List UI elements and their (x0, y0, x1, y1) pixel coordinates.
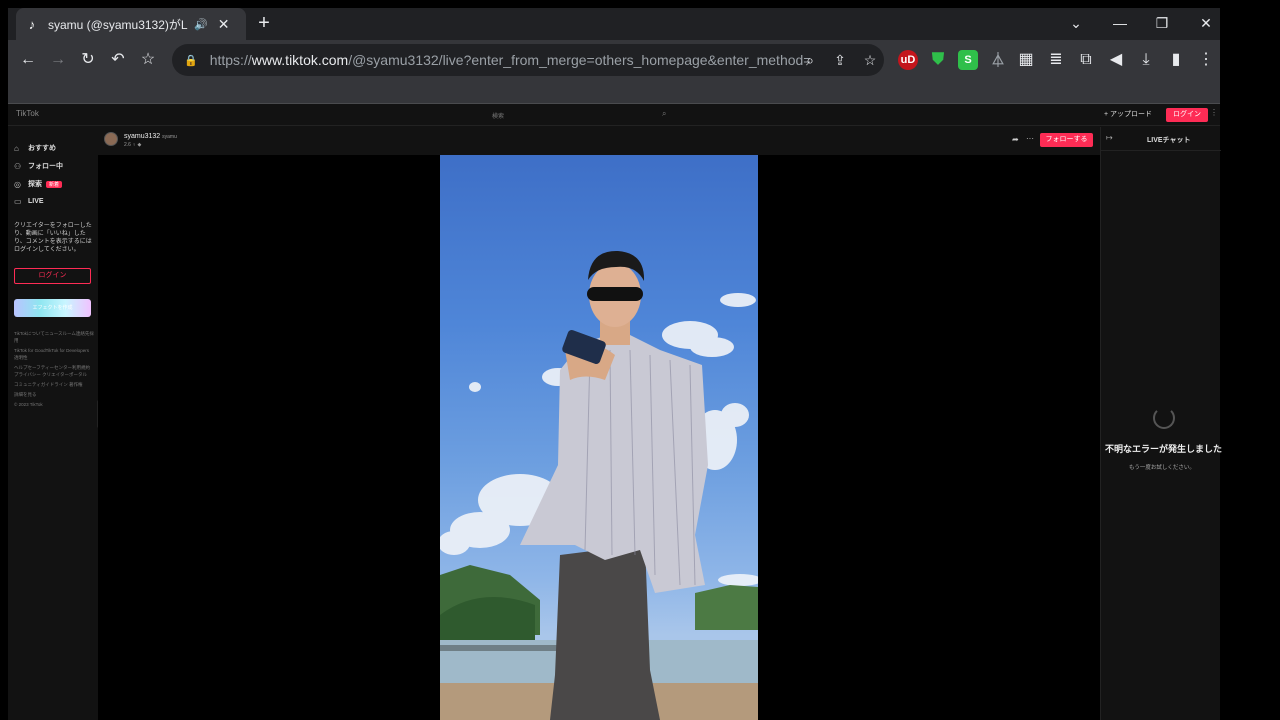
forward-icon[interactable]: → (46, 48, 70, 72)
side-panel-icon[interactable]: ▮ (1164, 48, 1188, 72)
compass-icon: ◎ (14, 179, 21, 189)
extensions-grid-icon[interactable]: ▦ (1014, 48, 1038, 72)
s-extension-icon[interactable]: S (958, 50, 978, 70)
browser-tab[interactable]: ♪ syamu (@syamu3132)がLIVE中 🔊 ✕ (16, 8, 246, 40)
viewer-count: 2.6 ♀ ◆ (124, 142, 142, 148)
tiktok-logo[interactable]: TikTok (16, 109, 39, 118)
effect-banner[interactable]: エフェクトを作成 (14, 299, 91, 317)
close-tab-icon[interactable]: ✕ (218, 16, 230, 33)
new-badge: 新着 (46, 180, 63, 188)
sidebar-item-label: フォロー中 (28, 163, 63, 170)
browser-toolbar: ← → ↻ ↶ ☆ 🔒 https://www.tiktok.com/@syam… (8, 40, 1220, 80)
url-text[interactable]: https://www.tiktok.com/@syamu3132/live?e… (210, 52, 810, 68)
sidebar: ⌂ おすすめ ⚇ フォロー中 ◎ 探索 新着 ▭ LIVE クリエイターをフォロ… (8, 127, 98, 720)
upload-button[interactable]: + アップロード (1104, 109, 1152, 119)
sidebar-item-label: LIVE (28, 198, 44, 205)
home-icon: ⌂ (14, 143, 19, 153)
sidebar-item-live[interactable]: ▭ LIVE (14, 197, 44, 206)
chat-title: LIVEチャット (1147, 137, 1191, 144)
header-login-button[interactable]: ログイン (1166, 108, 1208, 122)
reload-icon[interactable]: ↻ (76, 48, 100, 72)
tab-title: syamu (@syamu3132)がLIVE中 (48, 17, 188, 32)
sidebar-item-following[interactable]: ⚇ フォロー中 (14, 161, 63, 171)
sidebar-item-label: 探索 (28, 181, 42, 188)
browser-window: ♪ syamu (@syamu3132)がLIVE中 🔊 ✕ + ⌄ — ❐ ✕… (8, 8, 1222, 720)
sidebar-login-button[interactable]: ログイン (14, 268, 91, 284)
chat-header: ↦ LIVEチャット (1101, 127, 1221, 151)
share-icon[interactable]: ➦ (1012, 135, 1019, 144)
more-icon[interactable]: ··· (1026, 134, 1034, 143)
tiktok-header: TikTok 検索 ⌕ + アップロード ログイン ⋮ (8, 104, 1220, 126)
tab-strip: ♪ syamu (@syamu3132)がLIVE中 🔊 ✕ + ⌄ — ❐ ✕ (8, 8, 1220, 40)
close-window-button[interactable]: ✕ (1186, 8, 1226, 40)
shield-icon[interactable]: ⛊ (928, 50, 948, 70)
bookmark-star-icon[interactable]: ☆ (136, 48, 160, 72)
new-tab-button[interactable]: + (252, 12, 276, 36)
search-icon[interactable]: ⌕ (662, 109, 666, 119)
live-chat-panel: ↦ LIVEチャット 不明なエラーが発生しました もう一度お試しください。 (1100, 127, 1222, 720)
tab-search-icon[interactable]: ⌄ (1056, 8, 1096, 40)
ublock-icon[interactable]: uD (898, 50, 918, 70)
error-subtext: もう一度お試しください。 (1129, 465, 1195, 471)
media-queue-icon[interactable]: ≣ (1044, 48, 1068, 72)
live-video-frame (440, 250, 758, 720)
back-icon[interactable]: ← (16, 48, 40, 72)
star-icon[interactable]: ☆ (858, 48, 882, 72)
live-icon: ▭ (14, 197, 22, 206)
restore-button[interactable]: ❐ (1142, 8, 1182, 40)
error-message: 不明なエラーが発生しました (1105, 444, 1223, 454)
avatar[interactable] (104, 132, 118, 146)
sidebar-item-label: おすすめ (28, 145, 56, 152)
filter-icon[interactable]: ⏃ (988, 50, 1008, 70)
footer-link[interactable]: 詳細を見る (14, 391, 94, 398)
collapse-chat-icon[interactable]: ↦ (1106, 133, 1113, 142)
undo-icon[interactable]: ↶ (106, 48, 130, 72)
footer-link[interactable]: ヘルプセーフティーセンター利用規約プライバシー クリエイターポータル (14, 364, 94, 378)
crop-icon[interactable]: ⧉ (1074, 48, 1098, 72)
sidebar-item-explore[interactable]: ◎ 探索 新着 (14, 179, 63, 189)
lock-icon[interactable]: 🔒 (184, 54, 198, 67)
refresh-icon[interactable] (1153, 407, 1175, 429)
speaker-icon[interactable]: 🔊 (194, 18, 208, 31)
footer-links: TikTokについてニュースルーム連絡先採用 TikTok for GoodTi… (14, 330, 94, 411)
share-icon[interactable]: ⇪ (828, 48, 852, 72)
bookmark-bar (8, 80, 1220, 104)
tiktok-icon: ♪ (28, 16, 36, 32)
sidebar-item-home[interactable]: ⌂ おすすめ (14, 143, 56, 153)
footer-link[interactable]: コミュニティガイドライン 著作権 (14, 381, 94, 388)
tiktok-page: TikTok 検索 ⌕ + アップロード ログイン ⋮ ⌂ おすすめ ⚇ フォロ… (8, 104, 1222, 720)
users-icon: ⚇ (14, 161, 22, 171)
footer-link[interactable]: TikTokについてニュースルーム連絡先採用 (14, 330, 94, 344)
header-more-icon[interactable]: ⋮ (1210, 108, 1218, 117)
live-info-bar: syamu3132 syamu 2.6 ♀ ◆ ➦ ··· フォローする (98, 127, 1100, 155)
minimize-button[interactable]: — (1100, 8, 1140, 40)
follow-button[interactable]: フォローする (1040, 133, 1093, 147)
mute-icon[interactable]: ◀ (1104, 48, 1128, 72)
username[interactable]: syamu3132 syamu (124, 133, 177, 140)
live-main: syamu3132 syamu 2.6 ♀ ◆ ➦ ··· フォローする (98, 127, 1100, 720)
search-input[interactable]: 検索 (492, 111, 504, 120)
login-prompt-text: クリエイターをフォローしたり、動画に「いいね」したり、コメントを表示するにはログ… (14, 223, 92, 253)
zoom-search-icon[interactable]: ⌕ (798, 48, 822, 72)
download-icon[interactable]: ⤓ (1134, 48, 1158, 72)
footer-link[interactable]: TikTok for GoodTikTok for Developers 透明性 (14, 347, 94, 361)
menu-kebab-icon[interactable]: ⋮ (1194, 48, 1218, 72)
copyright: © 2023 TikTok (14, 402, 43, 407)
address-bar[interactable]: 🔒 https://www.tiktok.com/@syamu3132/live… (172, 44, 884, 76)
live-video[interactable] (440, 155, 758, 720)
